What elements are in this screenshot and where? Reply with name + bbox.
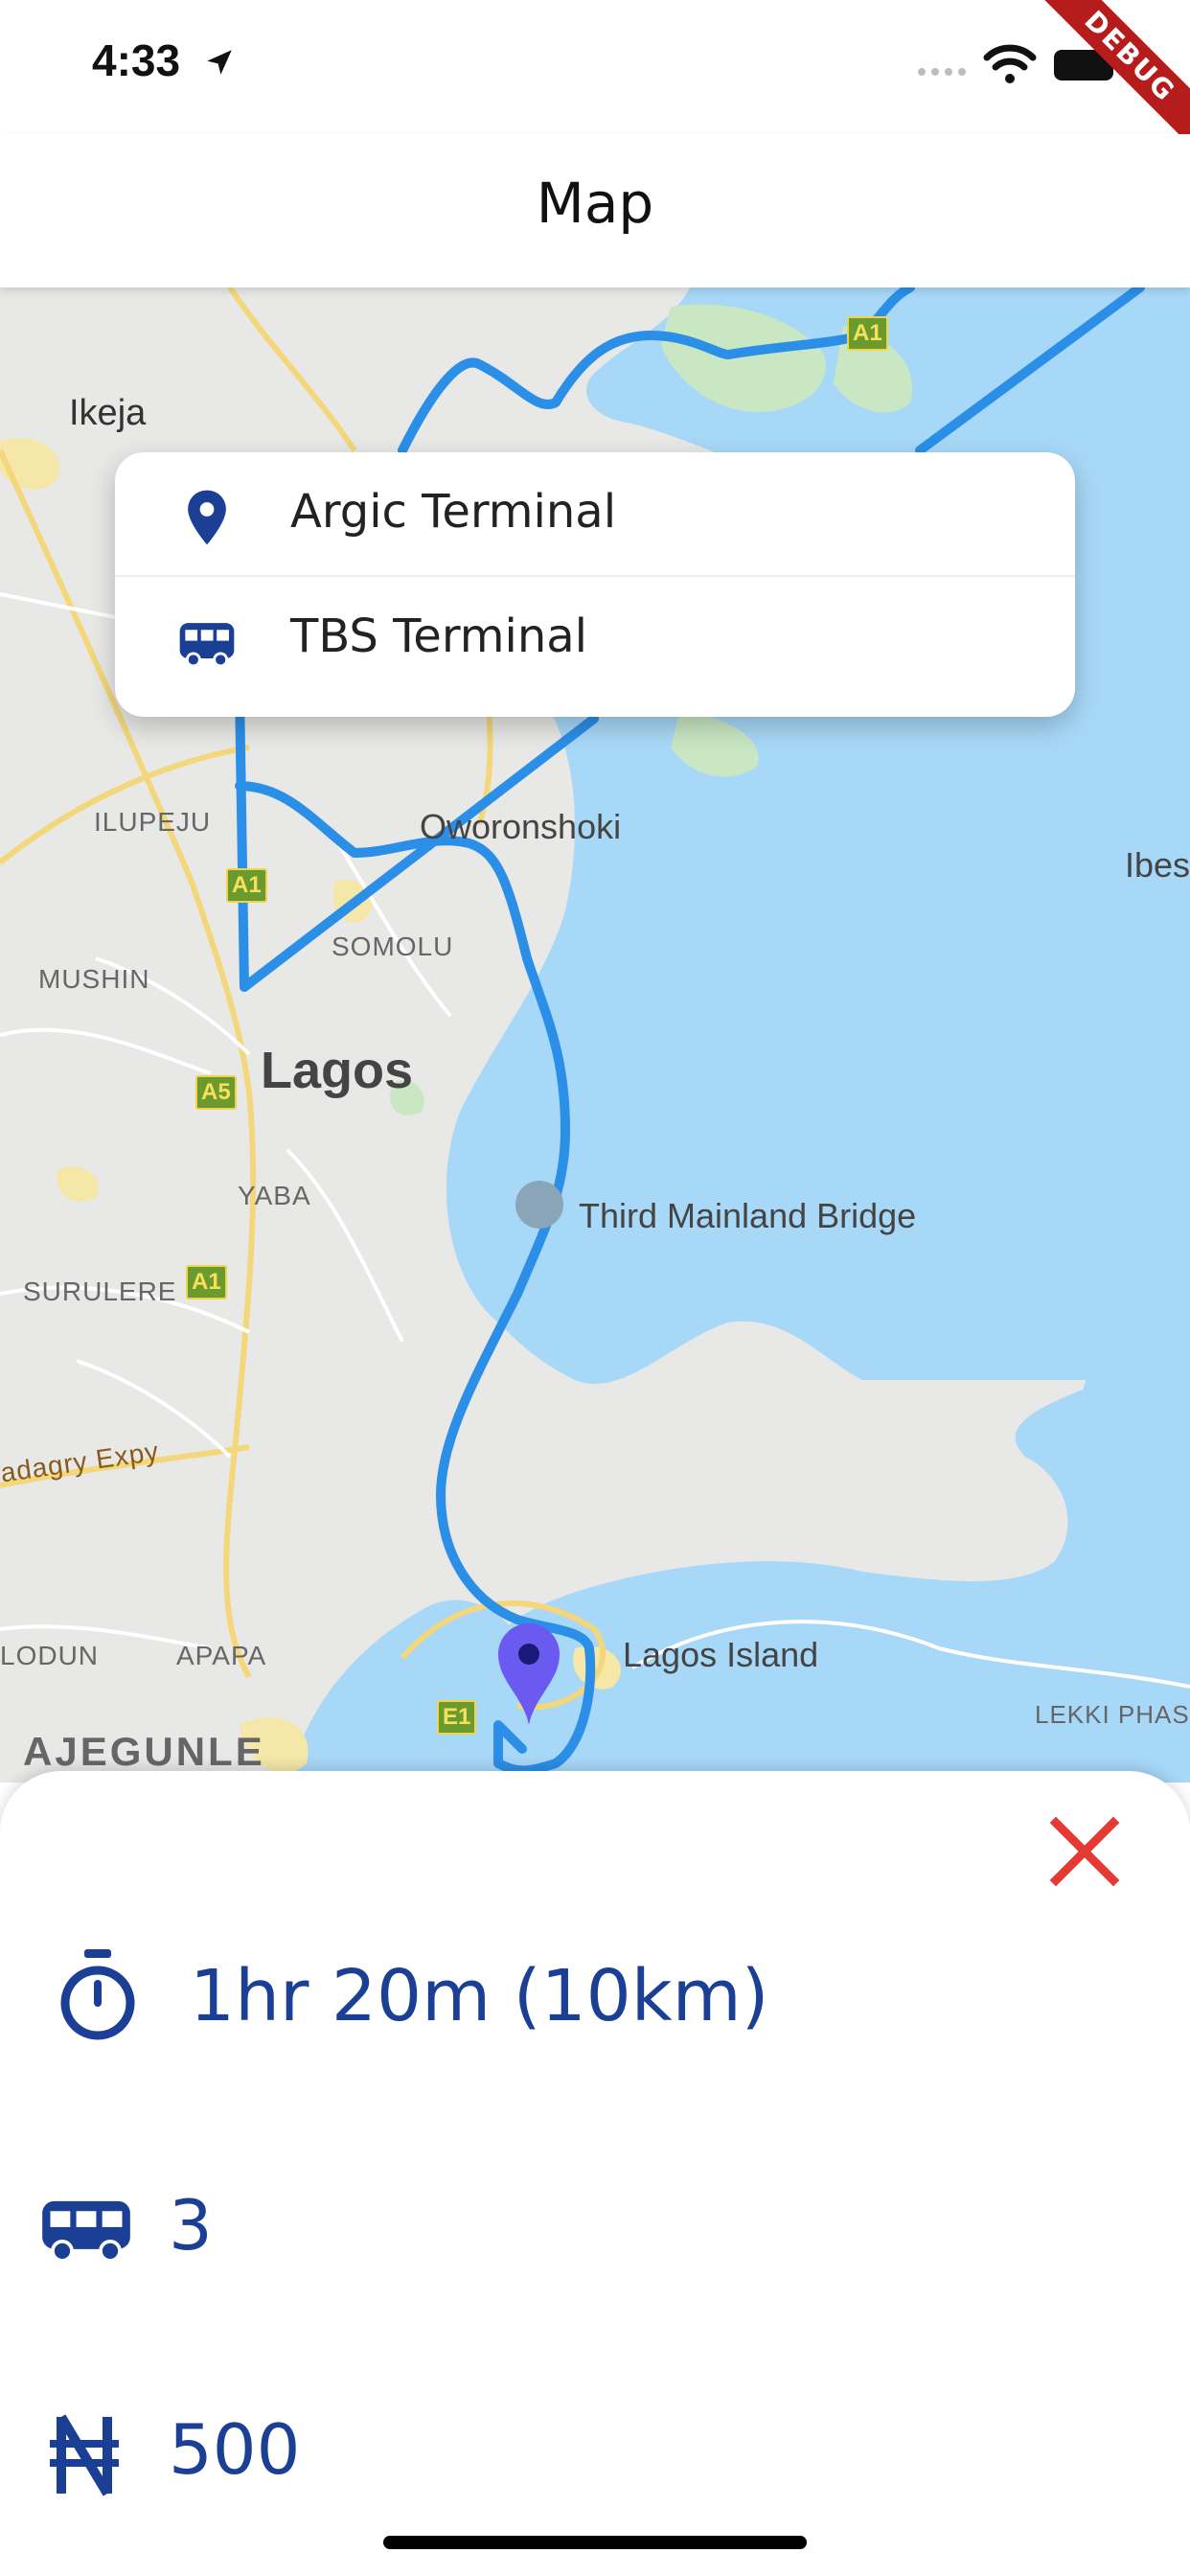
map-label-lekki-phase: LEKKI PHASE <box>1035 1700 1190 1729</box>
timer-icon <box>60 1949 135 2040</box>
bridge-pin-icon <box>515 1181 563 1229</box>
trip-duration: 1hr 20m (10km) <box>190 1955 769 2037</box>
destination-label: TBS Terminal <box>290 610 587 663</box>
map-label-lagos: Lagos <box>261 1042 414 1099</box>
bus-icon <box>42 2200 130 2263</box>
map-label-oworonshoki: Oworonshoki <box>420 807 622 846</box>
page-title: Map <box>536 171 654 236</box>
home-indicator <box>383 2536 807 2549</box>
trip-bus-count: 3 <box>169 2185 213 2266</box>
signal-icon <box>918 68 966 76</box>
map-label-ilupeju: ILUPEJU <box>94 807 212 837</box>
battery-icon <box>1054 50 1121 80</box>
app-bar: Map <box>0 134 1190 288</box>
road-shield-a1-low: A1 <box>186 1265 227 1300</box>
map-label-yaba: YABA <box>238 1181 311 1210</box>
destination-field[interactable]: TBS Terminal <box>115 575 1075 698</box>
bus-icon <box>179 623 235 668</box>
origin-label: Argic Terminal <box>290 485 617 539</box>
trip-buses-row: 3 <box>0 2185 1190 2281</box>
map-label-mushin: MUSHIN <box>38 964 150 994</box>
road-shield-e1: E1 <box>437 1700 477 1735</box>
map-label-lagos-island: Lagos Island <box>623 1635 819 1674</box>
naira-icon <box>50 2414 119 2496</box>
map-label-apapa: APAPA <box>176 1641 267 1670</box>
route-search-card: Argic Terminal TBS Terminal <box>115 452 1075 717</box>
map-label-surulere: SURULERE <box>23 1276 177 1306</box>
road-shield-a1-mid: A1 <box>226 868 267 903</box>
close-icon[interactable] <box>1046 1813 1123 1890</box>
map-label-lodun: LODUN <box>0 1641 100 1670</box>
map-label-ajegunle: AJEGUNLE <box>23 1729 265 1774</box>
trip-duration-row: 1hr 20m (10km) <box>0 1945 1190 2060</box>
trip-fare: 500 <box>169 2409 301 2490</box>
map-label-third-mainland-bridge: Third Mainland Bridge <box>579 1196 917 1235</box>
status-bar: 4:33 <box>0 0 1190 134</box>
origin-field[interactable]: Argic Terminal <box>115 452 1075 573</box>
map-label-ibes: Ibes <box>1125 845 1190 885</box>
location-arrow-icon <box>207 50 232 75</box>
map-label-somolu: SOMOLU <box>332 932 454 961</box>
location-pin-icon <box>188 490 226 545</box>
map-label-ikeja: Ikeja <box>69 393 147 433</box>
map-marker-icon[interactable] <box>494 1620 563 1727</box>
road-shield-a1-top: A1 <box>847 316 888 351</box>
trip-fare-row: 500 <box>0 2405 1190 2511</box>
wifi-icon <box>983 44 1037 83</box>
status-time: 4:33 <box>92 35 181 85</box>
road-shield-a5: A5 <box>195 1075 237 1110</box>
